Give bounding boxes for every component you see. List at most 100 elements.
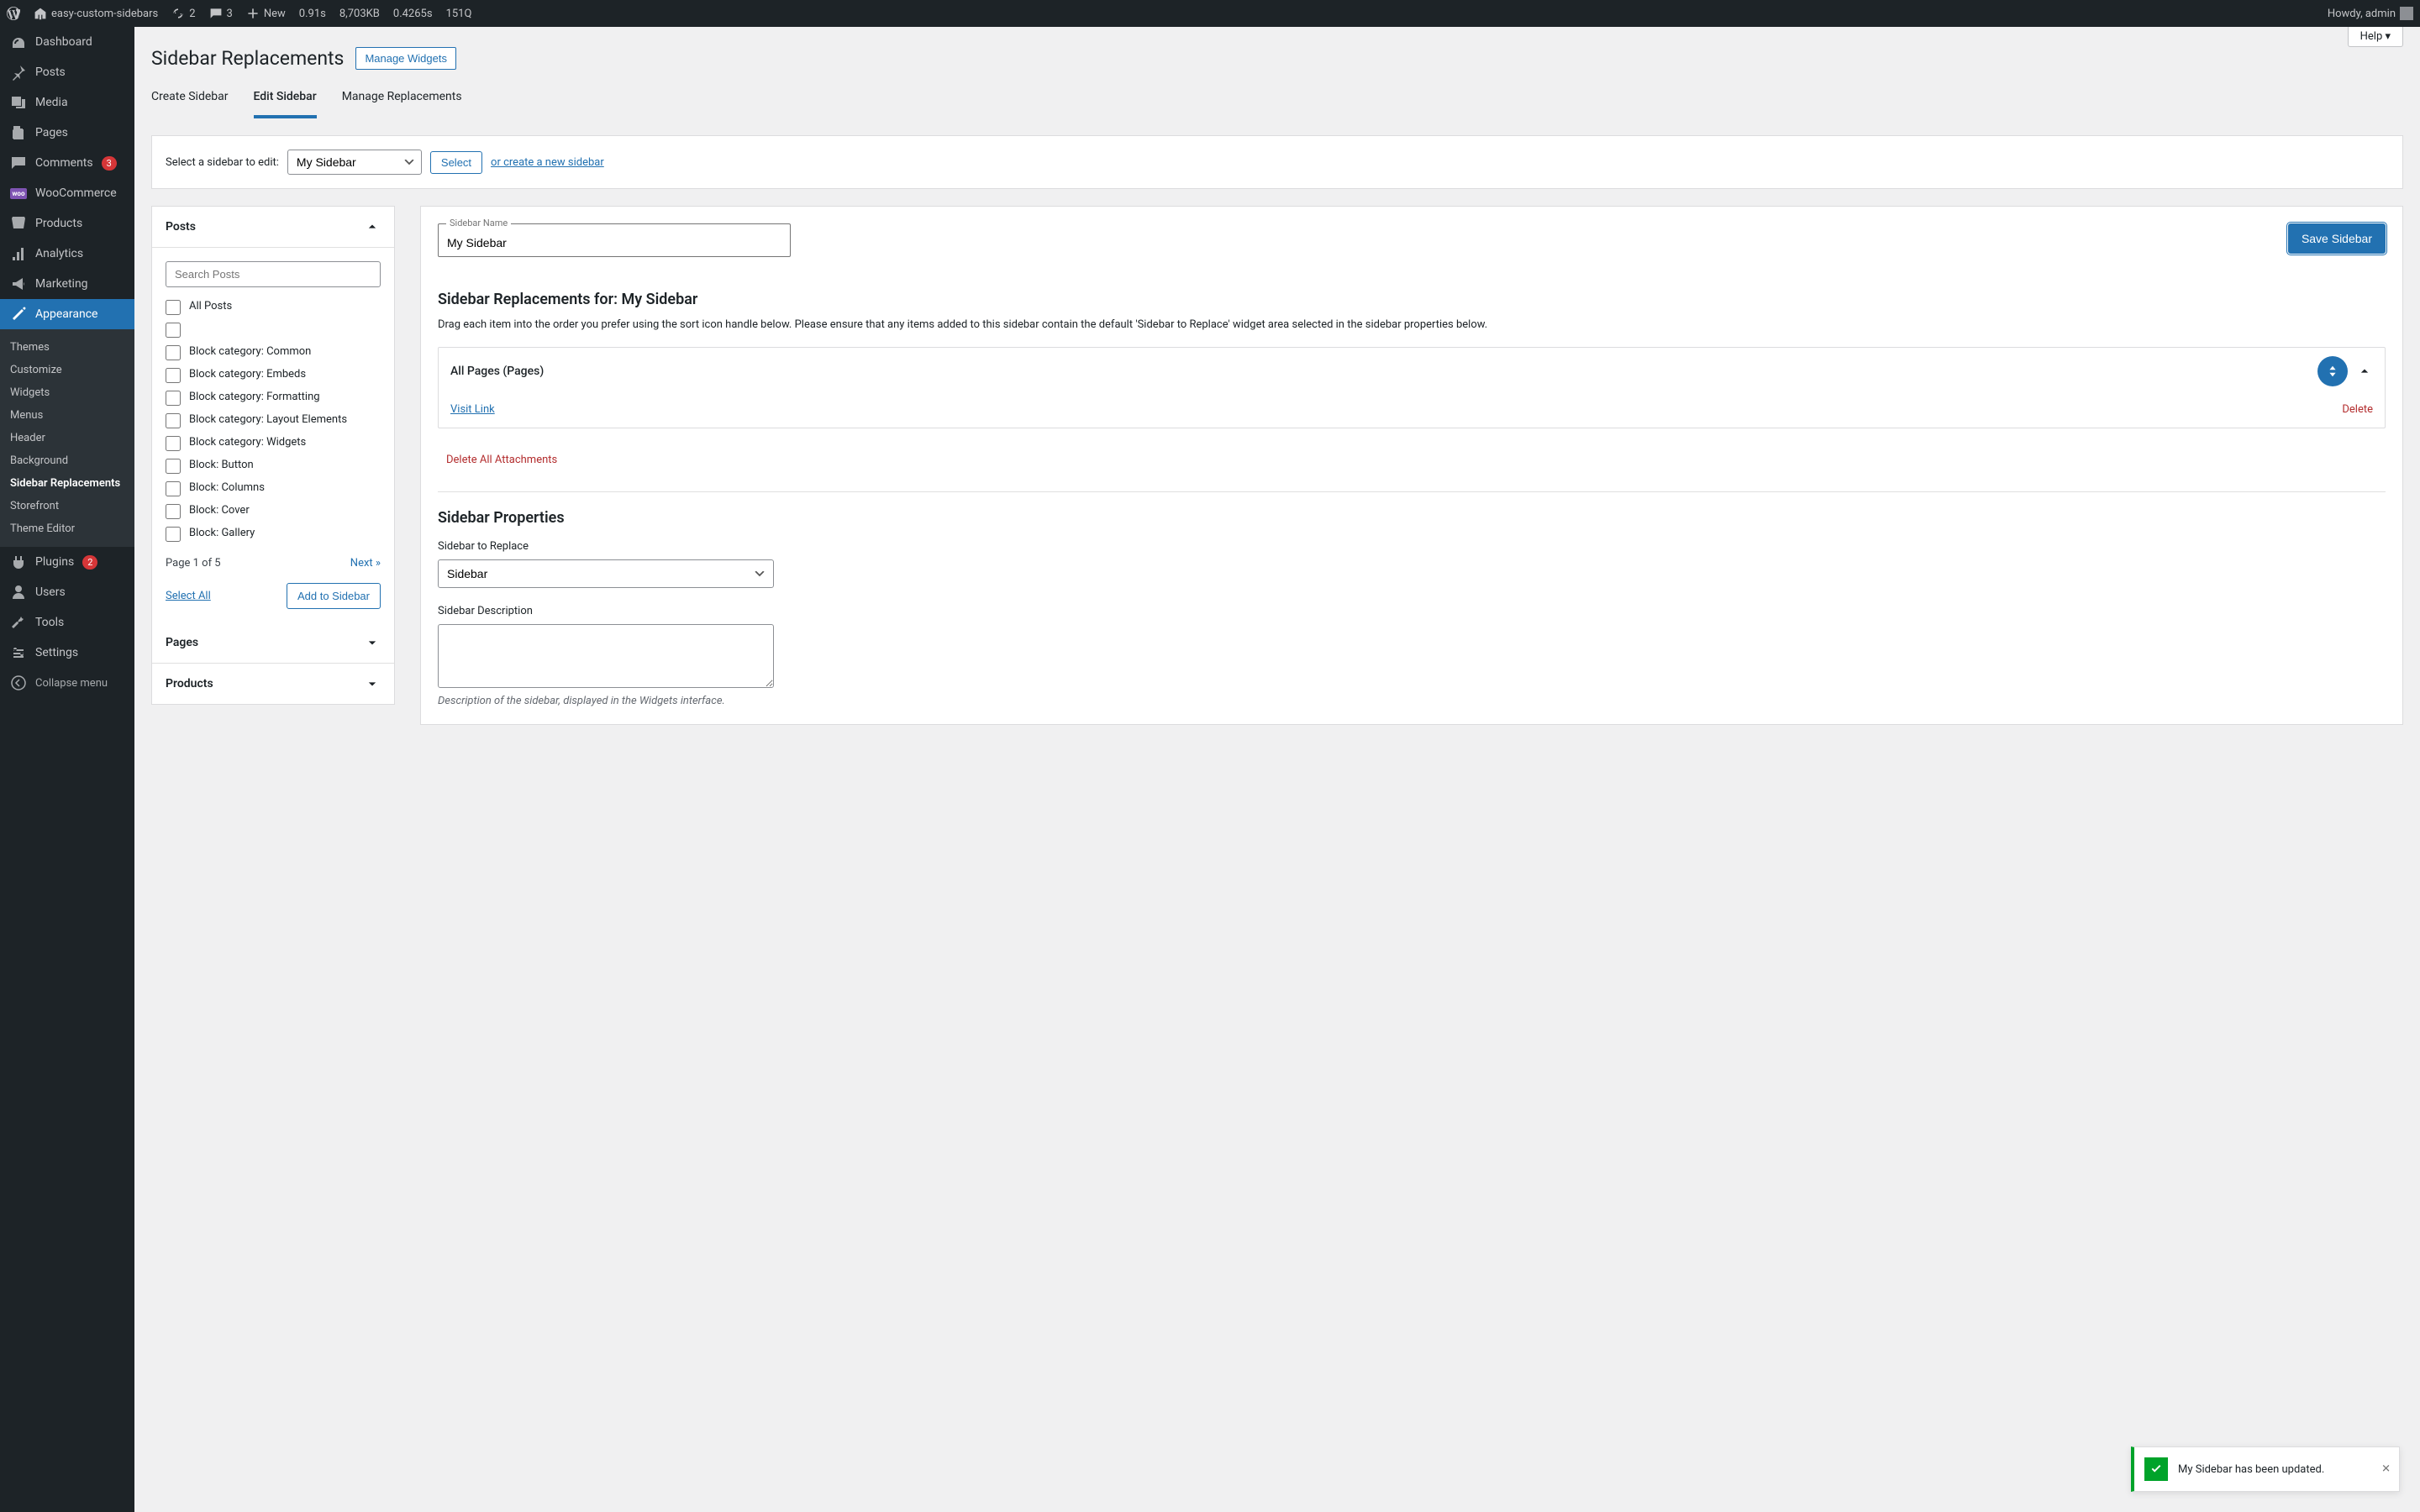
submenu-customize[interactable]: Customize <box>0 359 134 381</box>
pagination-next[interactable]: Next » <box>350 557 381 570</box>
menu-posts[interactable]: Posts <box>0 57 134 87</box>
submenu-header[interactable]: Header <box>0 427 134 449</box>
perf-4[interactable]: 151Q <box>446 8 472 20</box>
checkbox-row: Block: Gallery <box>166 526 381 542</box>
menu-woocommerce-label: WooCommerce <box>35 186 117 200</box>
perf-1[interactable]: 0.91s <box>299 8 326 20</box>
appearance-submenu: Themes Customize Widgets Menus Header Ba… <box>0 329 134 547</box>
pages-panel-header[interactable]: Pages <box>152 622 394 664</box>
menu-plugins[interactable]: Plugins 2 <box>0 547 134 577</box>
checkbox-row: Block: Button <box>166 458 381 474</box>
delete-all-link[interactable]: Delete All Attachments <box>421 445 574 491</box>
post-checkbox[interactable] <box>166 368 181 383</box>
sort-handle[interactable] <box>2317 356 2348 386</box>
menu-marketing[interactable]: Marketing <box>0 269 134 299</box>
create-sidebar-link[interactable]: or create a new sidebar <box>491 156 604 169</box>
menu-pages-label: Pages <box>35 126 68 139</box>
products-panel-header[interactable]: Products <box>152 664 394 704</box>
pagination-info: Page 1 of 5 <box>166 557 221 570</box>
menu-posts-label: Posts <box>35 66 66 79</box>
menu-marketing-label: Marketing <box>35 277 88 291</box>
post-checkbox[interactable] <box>166 391 181 406</box>
settings-icon <box>10 644 27 661</box>
selector-bar: Select a sidebar to edit: My Sidebar Sel… <box>151 135 2403 189</box>
checkbox-label: Block: Button <box>189 458 254 473</box>
menu-users-label: Users <box>35 585 66 599</box>
post-checkbox[interactable] <box>166 504 181 519</box>
menu-products-label: Products <box>35 217 82 230</box>
perf-3[interactable]: 0.4265s <box>393 8 433 20</box>
submenu-sidebar-replacements[interactable]: Sidebar Replacements <box>0 472 134 495</box>
menu-woocommerce[interactable]: woo WooCommerce <box>0 178 134 208</box>
new-text: New <box>264 8 286 20</box>
submenu-theme-editor[interactable]: Theme Editor <box>0 517 134 540</box>
comments-link[interactable]: 3 <box>209 7 233 20</box>
post-checkbox[interactable] <box>166 436 181 451</box>
post-checkbox[interactable] <box>166 300 181 315</box>
menu-users[interactable]: Users <box>0 577 134 607</box>
menu-dashboard-label: Dashboard <box>35 35 92 49</box>
tools-icon <box>10 614 27 631</box>
analytics-icon <box>10 245 27 262</box>
submenu-themes[interactable]: Themes <box>0 336 134 359</box>
submenu-widgets[interactable]: Widgets <box>0 381 134 404</box>
replacements-heading: Sidebar Replacements for: My Sidebar <box>421 274 2402 317</box>
checkbox-label: Block: Cover <box>189 503 250 518</box>
menu-dashboard[interactable]: Dashboard <box>0 27 134 57</box>
posts-panel-header[interactable]: Posts <box>152 207 394 248</box>
tab-create[interactable]: Create Sidebar <box>151 90 229 118</box>
attachment-title: All Pages (Pages) <box>450 365 544 378</box>
sidebar-select[interactable]: My Sidebar <box>287 150 422 175</box>
collapse-menu[interactable]: Collapse menu <box>0 668 134 698</box>
post-checkbox[interactable] <box>166 481 181 496</box>
select-button[interactable]: Select <box>430 151 482 174</box>
toast-close[interactable]: ✕ <box>2381 1463 2391 1476</box>
updates-count: 2 <box>189 8 195 20</box>
add-to-sidebar-button[interactable]: Add to Sidebar <box>287 583 381 609</box>
collapse-label: Collapse menu <box>35 677 108 690</box>
manage-widgets-button[interactable]: Manage Widgets <box>355 47 456 70</box>
menu-settings[interactable]: Settings <box>0 638 134 668</box>
admin-menu: Dashboard Posts Media Pages Comments 3 w… <box>0 27 134 1512</box>
post-checkbox[interactable] <box>166 323 181 338</box>
post-checkbox[interactable] <box>166 413 181 428</box>
post-checkbox[interactable] <box>166 459 181 474</box>
select-all-link[interactable]: Select All <box>166 590 211 602</box>
save-sidebar-button[interactable]: Save Sidebar <box>2288 223 2386 254</box>
menu-pages[interactable]: Pages <box>0 118 134 148</box>
tab-manage[interactable]: Manage Replacements <box>342 90 462 118</box>
pages-panel-title: Pages <box>166 636 198 649</box>
site-name-link[interactable]: easy-custom-sidebars <box>34 7 158 20</box>
desc-textarea[interactable] <box>438 624 774 688</box>
new-link[interactable]: New <box>246 7 286 20</box>
menu-products[interactable]: Products <box>0 208 134 239</box>
menu-analytics[interactable]: Analytics <box>0 239 134 269</box>
menu-tools[interactable]: Tools <box>0 607 134 638</box>
submenu-storefront[interactable]: Storefront <box>0 495 134 517</box>
wp-logo[interactable] <box>7 7 20 20</box>
perf-2[interactable]: 8,703KB <box>339 8 380 20</box>
post-checkbox[interactable] <box>166 345 181 360</box>
props-heading: Sidebar Properties <box>438 509 2386 527</box>
selector-label: Select a sidebar to edit: <box>166 156 279 169</box>
submenu-menus[interactable]: Menus <box>0 404 134 427</box>
posts-panel-title: Posts <box>166 220 196 234</box>
visit-link[interactable]: Visit Link <box>450 403 495 416</box>
menu-media[interactable]: Media <box>0 87 134 118</box>
sidebar-name-input[interactable] <box>438 223 791 257</box>
search-posts-input[interactable] <box>166 261 381 287</box>
howdy-link[interactable]: Howdy, admin <box>2328 7 2413 20</box>
menu-appearance[interactable]: Appearance <box>0 299 134 329</box>
updates-link[interactable]: 2 <box>171 7 195 20</box>
menu-comments[interactable]: Comments 3 <box>0 148 134 178</box>
tab-edit[interactable]: Edit Sidebar <box>254 90 317 118</box>
comments-count: 3 <box>227 8 233 20</box>
desc-label: Sidebar Description <box>438 605 2386 617</box>
submenu-background[interactable]: Background <box>0 449 134 472</box>
chevron-up-icon[interactable] <box>2356 363 2373 380</box>
help-tab[interactable]: Help ▾ <box>2348 27 2403 47</box>
replace-select[interactable]: Sidebar <box>438 559 774 588</box>
delete-link[interactable]: Delete <box>2342 403 2373 416</box>
comments-icon <box>10 155 27 171</box>
post-checkbox[interactable] <box>166 527 181 542</box>
